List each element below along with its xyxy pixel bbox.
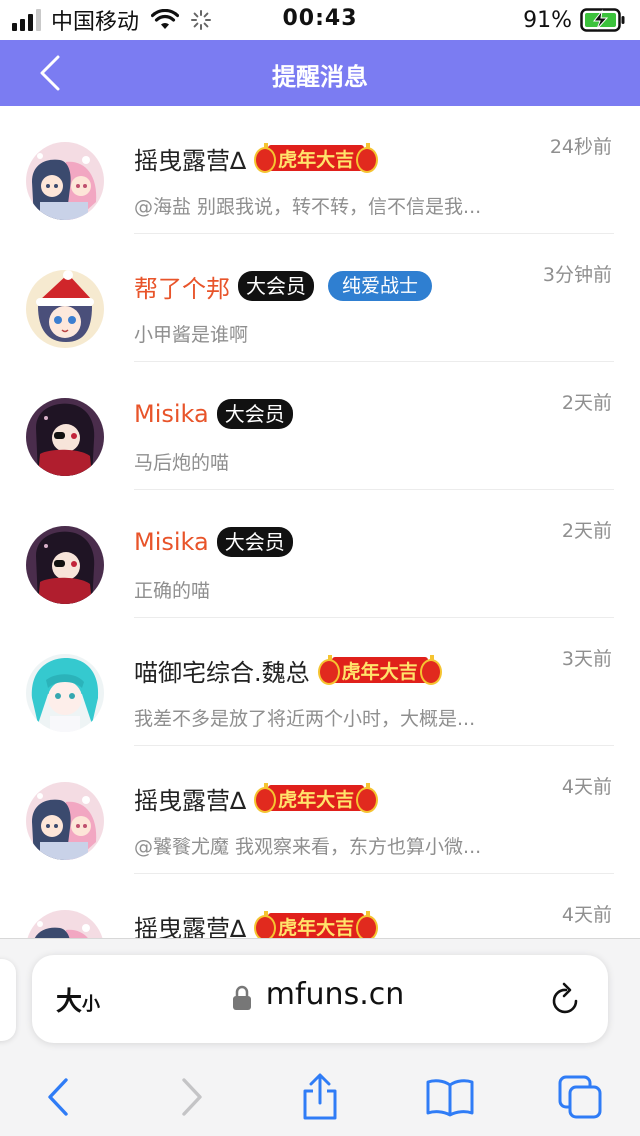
message-preview: 正确的喵 (134, 580, 211, 602)
browser-toolbar: 大小 mfuns.cn (0, 938, 640, 1136)
vip-badge: 大会员 (216, 527, 293, 557)
share-button[interactable] (290, 1067, 350, 1127)
message-time: 2天前 (561, 520, 612, 542)
name-row: 帮了个邦 大会员 纯爱战士 (134, 268, 433, 304)
username[interactable]: Misika (134, 528, 209, 556)
message-preview: @饕餮尤魔 我观察来看，东方也算小微... (134, 836, 482, 858)
name-row: 摇曳露营∆ 虎年大吉 (134, 908, 379, 939)
lantern-icon (419, 655, 442, 685)
message-preview: 马后炮的喵 (134, 452, 230, 474)
vip-badge: 大会员 (238, 271, 314, 301)
status-bar: 中国移动 00:43 91% (0, 0, 640, 40)
message-item[interactable]: 摇曳露营∆ 虎年大吉 24秒前 @海盐 别跟我说，转不转，信不信是我... (0, 106, 640, 234)
page-title: 提醒消息 (272, 63, 368, 91)
new-year-badge: 虎年大吉 (254, 909, 379, 939)
username[interactable]: 摇曳露营∆ (134, 141, 246, 176)
tabs-icon (558, 1075, 602, 1119)
name-row: Misika 大会员 (134, 524, 293, 560)
avatar[interactable] (26, 782, 104, 860)
message-time: 4天前 (561, 776, 612, 798)
arrow-forward-icon (182, 1078, 202, 1116)
title-badge: 纯爱战士 (328, 271, 433, 301)
name-row: 摇曳露营∆ 虎年大吉 (134, 140, 379, 176)
vip-badge: 大会员 (216, 399, 293, 429)
lantern-icon (254, 911, 277, 938)
username[interactable]: 喵御宅综合.魏总 (134, 653, 310, 688)
message-item[interactable]: 摇曳露营∆ 虎年大吉 4天前 (0, 874, 640, 938)
message-list: 摇曳露营∆ 虎年大吉 24秒前 @海盐 别跟我说，转不转，信不信是我... 帮了个邦 大会… (0, 106, 640, 938)
avatar[interactable] (26, 910, 104, 938)
message-item[interactable]: Misika 大会员 2天前正确的喵 (0, 490, 640, 618)
new-year-badge-text: 虎年大吉 (278, 788, 355, 811)
name-row: 摇曳露营∆ 虎年大吉 (134, 780, 379, 816)
bookmarks-button[interactable] (420, 1067, 480, 1127)
message-item[interactable]: 帮了个邦 大会员 纯爱战士 3分钟前小甲酱是谁啊 (0, 234, 640, 362)
lantern-icon (254, 783, 277, 813)
message-time: 4天前 (561, 904, 612, 926)
arrow-back-icon (48, 1078, 68, 1116)
avatar[interactable] (26, 398, 104, 476)
browser-forward-button[interactable] (162, 1067, 222, 1127)
message-preview: @海盐 别跟我说，转不转，信不信是我... (134, 196, 482, 218)
message-item[interactable]: 摇曳露营∆ 虎年大吉 4天前 @饕餮尤魔 我观察来看，东方也算小微... (0, 746, 640, 874)
new-year-badge-text: 虎年大吉 (278, 148, 355, 171)
browser-back-button[interactable] (28, 1067, 88, 1127)
message-item[interactable]: 喵御宅综合.魏总 虎年大吉 3天前我差不多是放了将近两个小时，大概是... (0, 618, 640, 746)
battery-charging-icon (580, 8, 625, 32)
tabs-button[interactable] (550, 1067, 610, 1127)
avatar[interactable] (26, 142, 104, 220)
lantern-icon (254, 143, 277, 173)
message-item[interactable]: Misika 大会员 2天前马后炮的喵 (0, 362, 640, 490)
previous-tab-peek[interactable] (0, 959, 16, 1041)
reload-icon[interactable] (548, 979, 584, 1019)
new-year-badge-text: 虎年大吉 (278, 916, 355, 939)
safari-toolbar (0, 1057, 640, 1136)
username[interactable]: 帮了个邦 (134, 269, 230, 304)
book-icon (426, 1079, 474, 1117)
new-year-badge-text: 虎年大吉 (341, 660, 418, 683)
new-year-badge: 虎年大吉 (317, 653, 442, 687)
message-time: 24秒前 (549, 136, 612, 158)
avatar[interactable] (26, 654, 104, 732)
url-text[interactable]: mfuns.cn (32, 977, 608, 1012)
message-time: 2天前 (561, 392, 612, 414)
message-time: 3分钟前 (542, 264, 612, 286)
message-preview: 我差不多是放了将近两个小时，大概是... (134, 708, 476, 730)
avatar[interactable] (26, 270, 104, 348)
username[interactable]: 摇曳露营∆ (134, 781, 246, 816)
name-row: 喵御宅综合.魏总 虎年大吉 (134, 652, 442, 688)
message-time: 3天前 (561, 648, 612, 670)
battery-percent: 91% (523, 7, 572, 33)
username[interactable]: Misika (134, 400, 209, 428)
username[interactable]: 摇曳露营∆ (134, 909, 246, 939)
name-row: Misika 大会员 (134, 396, 293, 432)
address-bar[interactable]: 大小 mfuns.cn (32, 955, 608, 1043)
lantern-icon (356, 783, 379, 813)
new-year-badge: 虎年大吉 (254, 781, 379, 815)
share-icon (303, 1073, 337, 1120)
message-preview: 小甲酱是谁啊 (134, 324, 249, 346)
navigation-bar: 提醒消息 (0, 40, 640, 106)
new-year-badge: 虎年大吉 (254, 141, 379, 175)
lantern-icon (317, 655, 340, 685)
lantern-icon (356, 143, 379, 173)
avatar[interactable] (26, 526, 104, 604)
lantern-icon (356, 911, 379, 938)
